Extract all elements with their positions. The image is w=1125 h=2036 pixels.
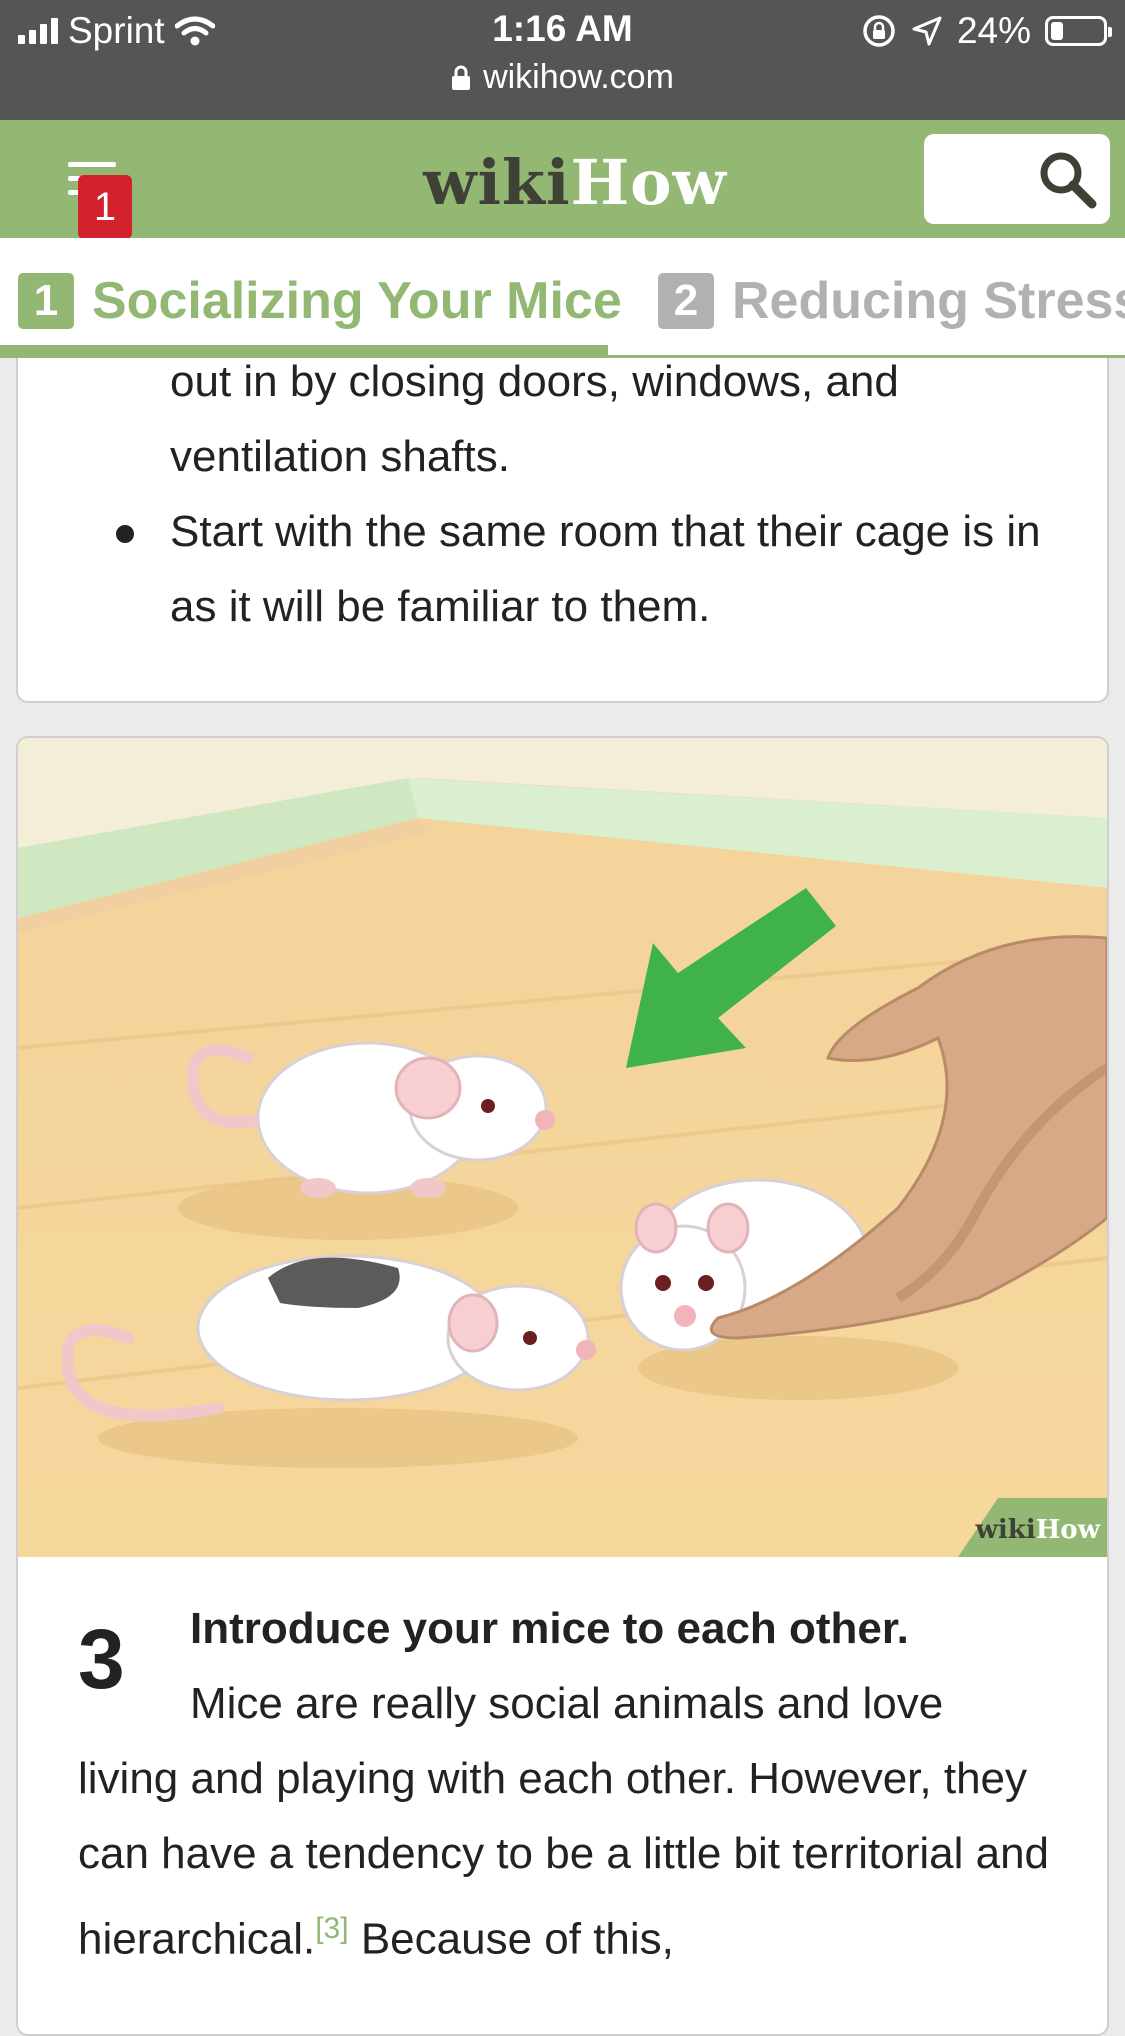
step-title: Introduce your mice to each other.: [190, 1604, 909, 1653]
step-body: Mice are really social animals and love …: [78, 1666, 1068, 1977]
search-button[interactable]: [924, 134, 1110, 224]
url-text: wikihow.com: [483, 58, 674, 96]
battery-icon: [1045, 16, 1112, 46]
step-body-first-line: Mice are really social animals and love: [190, 1679, 944, 1728]
status-right: 24%: [861, 10, 1112, 52]
url-bar[interactable]: wikihow.com: [0, 58, 1125, 97]
tab-label: Reducing Stress: [732, 272, 1125, 330]
citation-link[interactable]: [3]: [315, 1912, 348, 1945]
site-header: 1 wikiHow: [0, 120, 1125, 239]
status-bar: Sprint 1:16 AM 24% wikihow.com: [0, 0, 1125, 120]
logo-wiki: wiki: [423, 146, 571, 219]
active-tab-indicator: [0, 345, 608, 355]
logo-how: How: [570, 146, 727, 219]
tab-number: 2: [658, 273, 714, 329]
tips-list: out in by closing doors, windows, and ve…: [18, 358, 1107, 644]
rotation-lock-icon: [863, 15, 895, 47]
previous-step-card: out in by closing doors, windows, and ve…: [16, 358, 1109, 703]
tab-reducing-stress[interactable]: 2 Reducing Stress: [658, 271, 1125, 331]
step-card: wikiHow 3 Introduce your mice to each ot…: [16, 736, 1109, 2036]
lock-icon: [452, 65, 471, 90]
step-text: Introduce your mice to each other. Mice …: [78, 1591, 1068, 1977]
location-icon: [912, 16, 942, 46]
tab-label: Socializing Your Mice: [92, 272, 622, 330]
image-watermark: wikiHow: [975, 1515, 1101, 1545]
tab-number: 1: [18, 273, 74, 329]
search-icon: [1040, 152, 1097, 209]
list-item: Start with the same room that their cage…: [18, 494, 1107, 644]
battery-percent: 24%: [956, 10, 1031, 51]
section-tabs: 1 Socializing Your Mice 2 Reducing Stres…: [0, 238, 1125, 358]
bullet-icon: [116, 525, 134, 543]
step-body-continued: Because of this,: [360, 1914, 674, 1964]
step-illustration[interactable]: wikiHow: [18, 738, 1107, 1557]
list-item: out in by closing doors, windows, and ve…: [170, 358, 899, 481]
tab-socializing-your-mice[interactable]: 1 Socializing Your Mice: [18, 271, 622, 331]
